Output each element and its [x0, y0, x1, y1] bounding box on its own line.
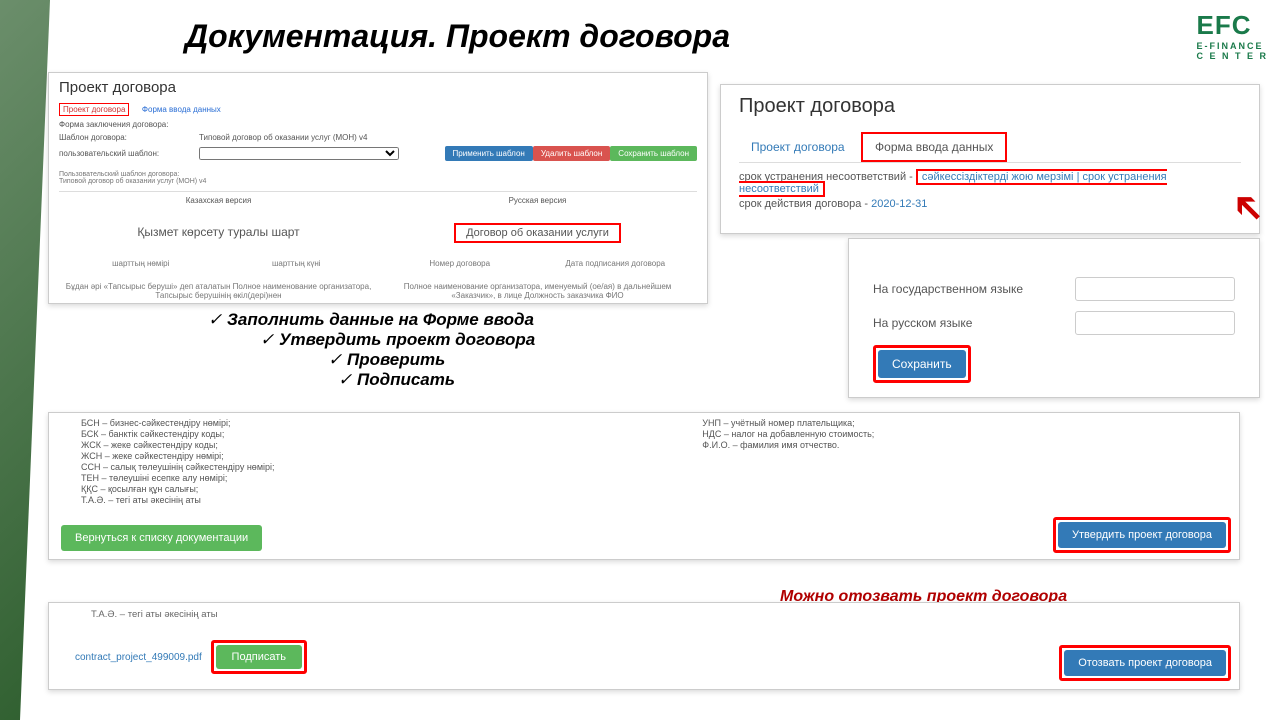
kaz-contract-title: Қызмет көрсету туралы шарт [63, 225, 374, 239]
apply-template-button[interactable]: Применить шаблон [445, 146, 533, 161]
slide-decor-left [0, 0, 50, 720]
definitions-panel: БСН – бизнес-сәйкестендіру нөмірі;БСК – … [48, 412, 1240, 560]
panel1-tabs: Проект договора Форма ввода данных [59, 104, 697, 114]
panel1-title: Проект договора [59, 79, 697, 96]
approve-project-button[interactable]: Утвердить проект договора [1058, 522, 1226, 548]
panel5-topline: Т.А.Ә. – тегі аты әкесінің аты [91, 609, 1213, 620]
user-tpl-info2: Типовой договор об оказании услуг (МОН) … [59, 178, 697, 185]
tab-form-input[interactable]: Форма ввода данных [142, 105, 221, 114]
step-3: Проверить [328, 350, 535, 370]
definitions-left: БСН – бизнес-сәйкестендіру нөмірі;БСК – … [61, 417, 702, 506]
user-template-label: пользовательский шаблон: [59, 149, 199, 158]
contract-project-panel-main: Проект договора Проект договора Форма вв… [48, 72, 708, 304]
slide-title: Документация. Проект договора [185, 18, 730, 55]
steps-checklist: Заполнить данные на Форме ввода Утвердит… [208, 310, 535, 390]
save-languages-button[interactable]: Сохранить [878, 350, 966, 378]
definitions-right: УНП – учётный номер плательщика;НДС – на… [702, 417, 1227, 506]
contract-project-panel-zoom: Проект договора Проект договора Форма вв… [720, 84, 1260, 234]
language-form-panel: На государственном языке На русском язык… [848, 238, 1260, 398]
template-value: Типовой договор об оказании услуг (МОН) … [199, 133, 697, 142]
ru-version-header: Русская версия [378, 192, 697, 209]
label-state-language: На государственном языке [873, 282, 1075, 296]
form-type-label: Форма заключения договора: [59, 120, 199, 129]
contract-pdf-link[interactable]: contract_project_499009.pdf [75, 652, 202, 663]
sign-button[interactable]: Подписать [216, 645, 302, 669]
back-to-docs-button[interactable]: Вернуться к списку документации [61, 525, 262, 551]
step-2: Утвердить проект договора [260, 330, 535, 350]
tab2-form-input[interactable]: Форма ввода данных [861, 132, 1007, 162]
efc-logo: EFC E-FINANCE C E N T E R [1196, 10, 1268, 61]
kaz-version-header: Казахская версия [59, 192, 378, 209]
tab-project[interactable]: Проект договора [59, 103, 129, 116]
tab2-project[interactable]: Проект договора [739, 134, 857, 160]
step-1: Заполнить данные на Форме ввода [208, 310, 535, 330]
input-russian-language[interactable] [1075, 311, 1235, 335]
sign-recall-panel: Т.А.Ә. – тегі аты әкесінің аты contract_… [48, 602, 1240, 690]
user-template-select[interactable] [199, 147, 399, 160]
label-russian-language: На русском языке [873, 316, 1075, 330]
template-label: Шаблон договора: [59, 133, 199, 142]
term-fix-line: срок устранения несоответствий - сәйкесс… [739, 171, 1241, 195]
step-4: Подписать [338, 370, 535, 390]
user-tpl-info1: Пользовательский шаблон договора: [59, 171, 697, 178]
term-validity-line: срок действия договора - 2020-12-31 [739, 198, 1241, 210]
panel2-title: Проект договора [739, 95, 1241, 118]
save-template-button[interactable]: Сохранить шаблон [610, 146, 697, 161]
ru-contract-title: Договор об оказании услуги [454, 223, 621, 243]
input-state-language[interactable] [1075, 277, 1235, 301]
delete-template-button[interactable]: Удалить шаблон [533, 146, 610, 161]
recall-project-button[interactable]: Отозвать проект договора [1064, 650, 1226, 676]
